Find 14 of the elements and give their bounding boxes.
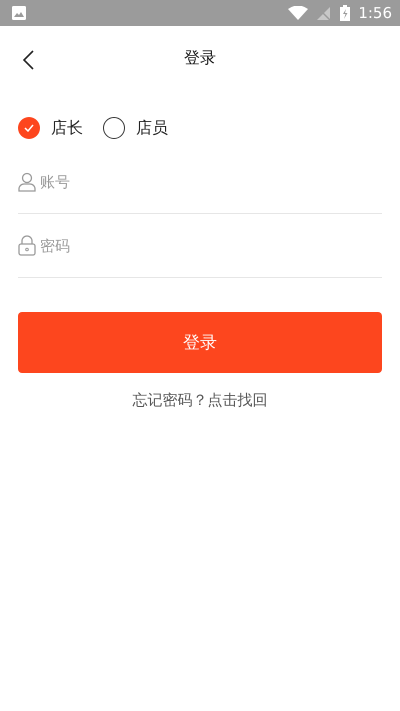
user-icon — [18, 172, 36, 192]
no-signal-icon — [316, 6, 330, 20]
image-icon — [12, 6, 26, 20]
role-label: 店员 — [136, 118, 168, 138]
clock-time: 1:56 — [358, 4, 392, 22]
forgot-password-link[interactable]: 忘记密码？点击找回 — [132, 391, 268, 410]
lock-icon — [18, 235, 36, 256]
radio-button[interactable] — [103, 117, 125, 139]
role-label: 店长 — [51, 118, 83, 138]
radio-button[interactable] — [18, 117, 40, 139]
page-title: 登录 — [184, 48, 216, 68]
check-icon — [24, 124, 34, 132]
battery-icon — [340, 5, 350, 21]
wifi-icon — [288, 6, 308, 20]
